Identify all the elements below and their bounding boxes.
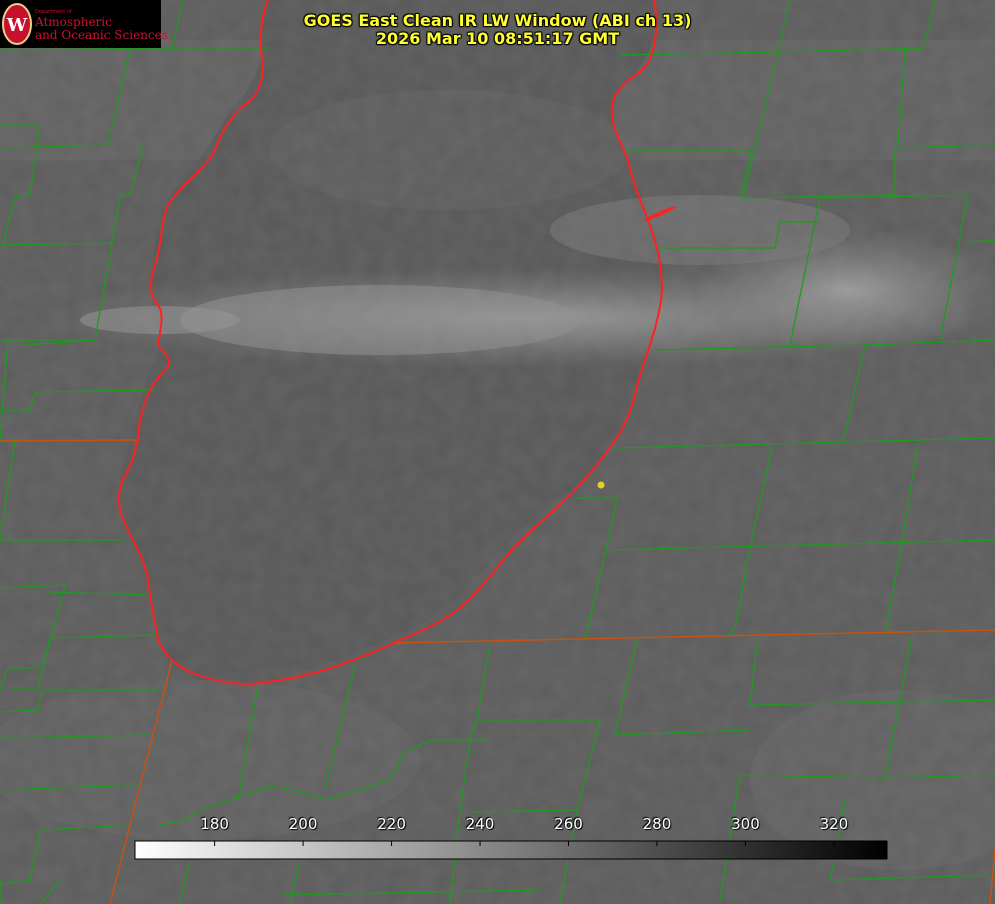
colorbar-tick-label: 320 [819,815,849,833]
colorbar-tick-label: 180 [200,815,229,833]
image-timestamp: 2026 Mar 10 08:51:17 GMT [375,29,620,48]
colorbar-tick-label: 240 [465,815,495,833]
location-marker [597,481,605,489]
satellite-image [0,0,995,904]
colorbar-tick-label: 260 [554,815,583,833]
colorbar-tick-label: 280 [642,815,672,833]
colorbar [134,840,888,860]
satellite-map: W Department of Atmospheric and Oceanic … [0,0,995,904]
image-title: GOES East Clean IR LW Window (ABI ch 13) [303,11,692,30]
colorbar-tick-label: 300 [731,815,760,833]
colorbar-tick-label: 200 [288,815,318,833]
colorbar-tick-label: 220 [377,815,406,833]
